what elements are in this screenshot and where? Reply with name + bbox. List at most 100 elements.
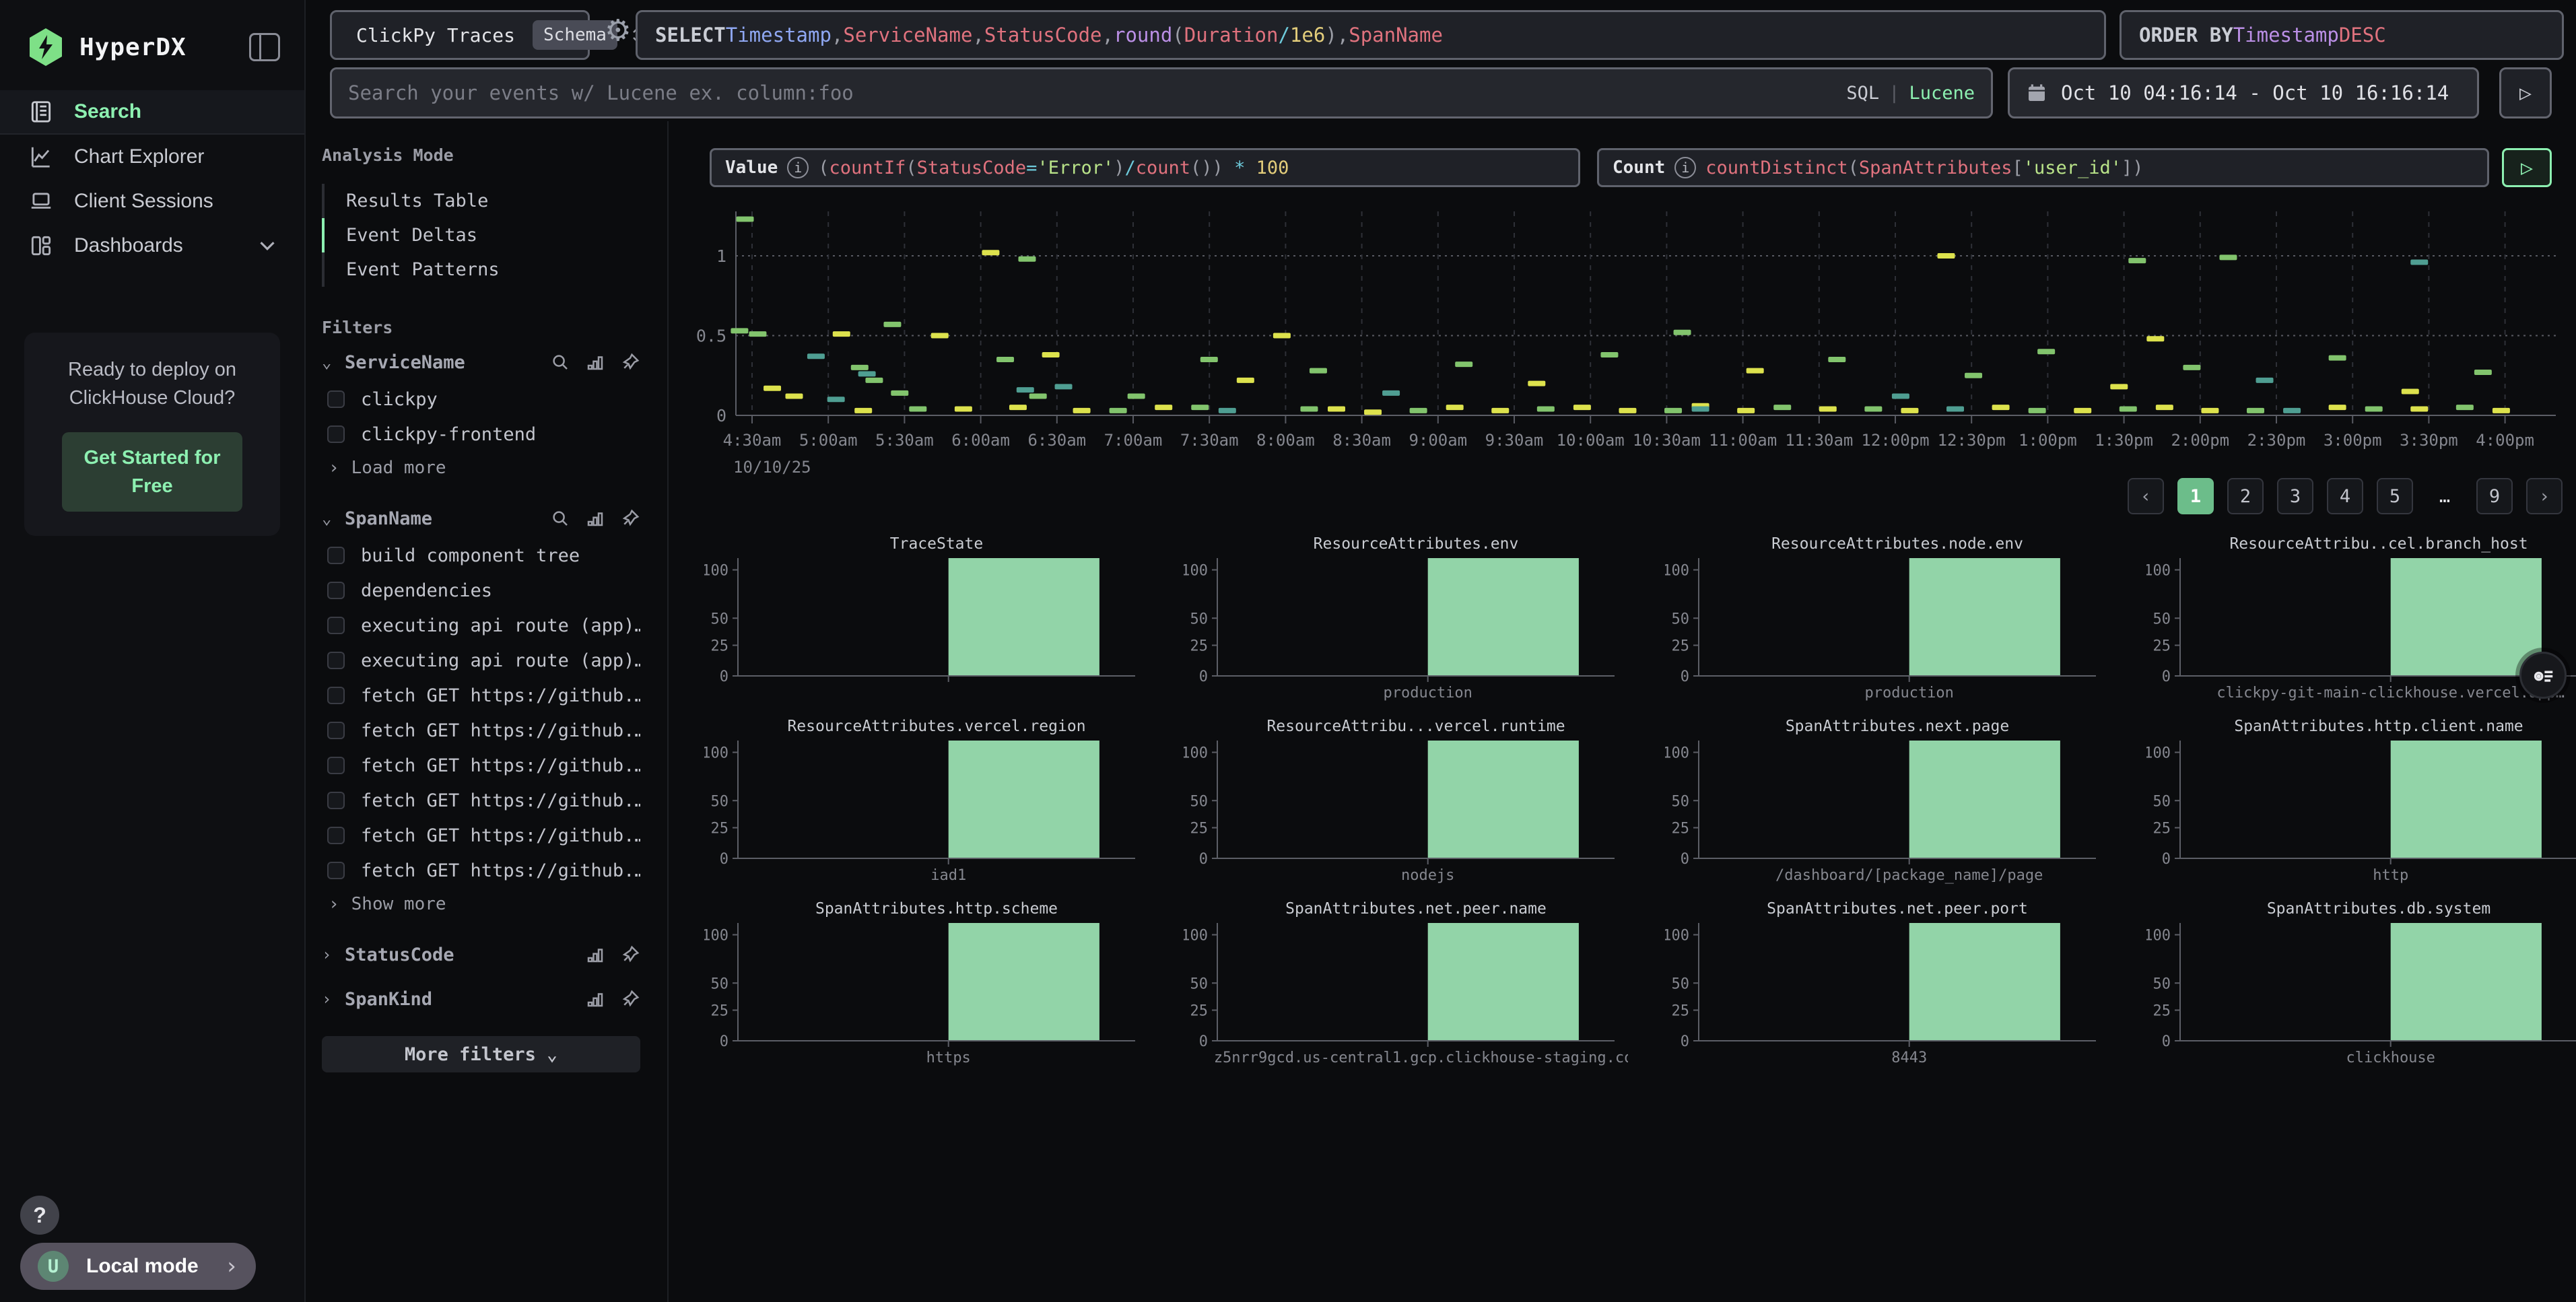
span-option-3[interactable]: executing api route (app)… bbox=[322, 643, 640, 678]
select-query-input[interactable]: SELECT Timestamp, ServiceName, StatusCod… bbox=[636, 10, 2106, 60]
service-option-1[interactable]: clickpy-frontend bbox=[322, 417, 640, 452]
count-expression-input[interactable]: Count i countDistinct(SpanAttributes['us… bbox=[1597, 148, 2489, 187]
checkbox[interactable] bbox=[327, 582, 345, 599]
mini-chart-ResourceAttribu...vercel.runtime[interactable]: ResourceAttribu...vercel.runtime02550100… bbox=[1178, 718, 1658, 900]
series-yellow-point bbox=[1155, 405, 1172, 410]
service-option-0[interactable]: clickpy bbox=[322, 382, 640, 417]
bar-chart-icon[interactable] bbox=[585, 352, 605, 372]
mini-chart-SpanAttributes.db.system[interactable]: SpanAttributes.db.system02550100clickhou… bbox=[2141, 900, 2576, 1067]
page-button-3[interactable]: 3 bbox=[2277, 478, 2313, 514]
mini-chart-SpanAttributes.net.peer.name[interactable]: SpanAttributes.net.peer.name02550100z5nr… bbox=[1178, 900, 1658, 1067]
pin-icon[interactable] bbox=[620, 945, 640, 965]
mode-results-table[interactable]: Results Table bbox=[322, 184, 640, 218]
chevron-down-icon: ⌄ bbox=[547, 1044, 557, 1065]
order-by-input[interactable]: ORDER BY Timestamp DESC bbox=[2120, 10, 2564, 60]
prev-page-button[interactable]: ‹ bbox=[2128, 478, 2164, 514]
mini-chart-SpanAttributes.http.scheme[interactable]: SpanAttributes.http.scheme02550100https bbox=[699, 900, 1178, 1067]
span-option-9[interactable]: fetch GET https://github.… bbox=[322, 853, 640, 888]
y-axis-tick-label: 100 bbox=[1184, 563, 1208, 580]
span-option-4[interactable]: fetch GET https://github.… bbox=[322, 678, 640, 713]
checkbox[interactable] bbox=[327, 547, 345, 564]
page-button-4[interactable]: 4 bbox=[2327, 478, 2363, 514]
search-icon[interactable] bbox=[550, 508, 570, 528]
span-option-7[interactable]: fetch GET https://github.… bbox=[322, 783, 640, 818]
span-option-1[interactable]: dependencies bbox=[322, 573, 640, 608]
event-deltas-chart[interactable]: 4:30am5:00am5:30am6:00am6:30am7:00am7:30… bbox=[696, 209, 2567, 478]
next-page-button[interactable]: › bbox=[2526, 478, 2563, 514]
mini-chart-SpanAttributes.next.page[interactable]: SpanAttributes.next.page02550100/dashboa… bbox=[1660, 718, 2139, 900]
more-filters-button[interactable]: More filters ⌄ bbox=[322, 1036, 640, 1072]
pin-icon[interactable] bbox=[620, 352, 640, 372]
checkbox[interactable] bbox=[327, 792, 345, 809]
filter-group-statuscode[interactable]: › StatusCode bbox=[322, 935, 640, 974]
code-token: , bbox=[832, 24, 843, 46]
date-range-picker[interactable]: Oct 10 04:16:14 - Oct 10 16:16:14 bbox=[2008, 67, 2479, 118]
get-started-button[interactable]: Get Started for Free bbox=[62, 432, 242, 512]
lucene-mode-button[interactable]: Lucene bbox=[1909, 83, 1975, 104]
sidebar-item-search[interactable]: Search bbox=[0, 90, 304, 135]
show-more-button[interactable]: › Show more bbox=[322, 888, 640, 920]
series-green-point bbox=[1200, 357, 1218, 362]
checkbox[interactable] bbox=[327, 687, 345, 704]
checkbox[interactable] bbox=[327, 722, 345, 739]
bar-chart-icon[interactable] bbox=[585, 945, 605, 965]
live-tail-button[interactable]: ▷ bbox=[2499, 67, 2552, 118]
series-yellow-point bbox=[1009, 405, 1027, 410]
checkbox[interactable] bbox=[327, 425, 345, 443]
filter-option-label: fetch GET https://github.… bbox=[361, 790, 640, 811]
mini-chart-title: SpanAttributes.http.scheme bbox=[738, 900, 1135, 918]
checkbox[interactable] bbox=[327, 390, 345, 408]
mini-chart-ResourceAttributes.env[interactable]: ResourceAttributes.env02550100production bbox=[1178, 535, 1658, 718]
chart-settings-floating-button[interactable] bbox=[2519, 652, 2567, 699]
filter-group-spankind[interactable]: › SpanKind bbox=[322, 980, 640, 1019]
value-expression-input[interactable]: Value i (countIf(StatusCode='Error')/cou… bbox=[710, 148, 1580, 187]
page-button-9[interactable]: 9 bbox=[2476, 478, 2513, 514]
dashboard-grid-icon bbox=[28, 233, 54, 259]
filter-group-name: StatusCode bbox=[345, 945, 454, 965]
span-option-8[interactable]: fetch GET https://github.… bbox=[322, 818, 640, 853]
mini-chart-SpanAttributes.net.peer.port[interactable]: SpanAttributes.net.peer.port025501008443 bbox=[1660, 900, 2139, 1067]
mini-chart-ResourceAttributes.vercel.region[interactable]: ResourceAttributes.vercel.region02550100… bbox=[699, 718, 1178, 900]
source-selector[interactable]: ClickPy Traces Schema bbox=[330, 10, 590, 60]
mini-chart-ResourceAttribu..cel.branch_host[interactable]: ResourceAttribu..cel.branch_host02550100… bbox=[2141, 535, 2576, 718]
filter-group-servicename[interactable]: ⌄ ServiceName bbox=[322, 343, 640, 382]
sidebar-collapse-icon[interactable] bbox=[249, 33, 280, 61]
pin-icon[interactable] bbox=[620, 989, 640, 1009]
span-option-5[interactable]: fetch GET https://github.… bbox=[322, 713, 640, 748]
page-button-1[interactable]: 1 bbox=[2177, 478, 2214, 514]
mini-chart-ResourceAttributes.node.env[interactable]: ResourceAttributes.node.env02550100produ… bbox=[1660, 535, 2139, 718]
checkbox[interactable] bbox=[327, 652, 345, 669]
checkbox[interactable] bbox=[327, 757, 345, 774]
page-button-5[interactable]: 5 bbox=[2377, 478, 2413, 514]
span-option-6[interactable]: fetch GET https://github.… bbox=[322, 748, 640, 783]
user-menu[interactable]: U Local mode › bbox=[20, 1243, 256, 1290]
search-input[interactable] bbox=[348, 81, 1846, 104]
checkbox[interactable] bbox=[327, 827, 345, 844]
filter-group-spanname[interactable]: ⌄ SpanName bbox=[322, 499, 640, 538]
checkbox[interactable] bbox=[327, 862, 345, 879]
series-green-point bbox=[737, 216, 754, 221]
pin-icon[interactable] bbox=[620, 508, 640, 528]
load-more-button[interactable]: › Load more bbox=[322, 452, 640, 484]
sidebar-item-dashboards[interactable]: Dashboards bbox=[0, 224, 304, 268]
page-button-2[interactable]: 2 bbox=[2227, 478, 2264, 514]
run-query-button[interactable]: ▷ bbox=[2502, 148, 2552, 187]
span-option-0[interactable]: build component tree bbox=[322, 538, 640, 573]
span-option-2[interactable]: executing api route (app)… bbox=[322, 608, 640, 643]
mini-chart-TraceState[interactable]: TraceState02550100 bbox=[699, 535, 1178, 718]
sql-mode-button[interactable]: SQL bbox=[1846, 83, 1879, 104]
help-button[interactable]: ? bbox=[20, 1196, 59, 1235]
search-icon[interactable] bbox=[550, 352, 570, 372]
bar-chart-icon[interactable] bbox=[585, 508, 605, 528]
x-axis-tick-label: 2:30pm bbox=[2247, 431, 2306, 450]
mode-event-deltas[interactable]: Event Deltas bbox=[322, 218, 640, 252]
mode-event-patterns[interactable]: Event Patterns bbox=[322, 252, 640, 287]
bar-chart-icon[interactable] bbox=[585, 989, 605, 1009]
mini-chart-title: SpanAttributes.db.system bbox=[2180, 900, 2576, 918]
sidebar-item-chart-explorer[interactable]: Chart Explorer bbox=[0, 135, 304, 179]
checkbox[interactable] bbox=[327, 617, 345, 634]
gear-icon[interactable]: ⚙ bbox=[605, 16, 634, 46]
value-label: Value bbox=[725, 158, 778, 178]
mini-chart-SpanAttributes.http.client.name[interactable]: SpanAttributes.http.client.name02550100h… bbox=[2141, 718, 2576, 900]
sidebar-item-client-sessions[interactable]: Client Sessions bbox=[0, 179, 304, 224]
